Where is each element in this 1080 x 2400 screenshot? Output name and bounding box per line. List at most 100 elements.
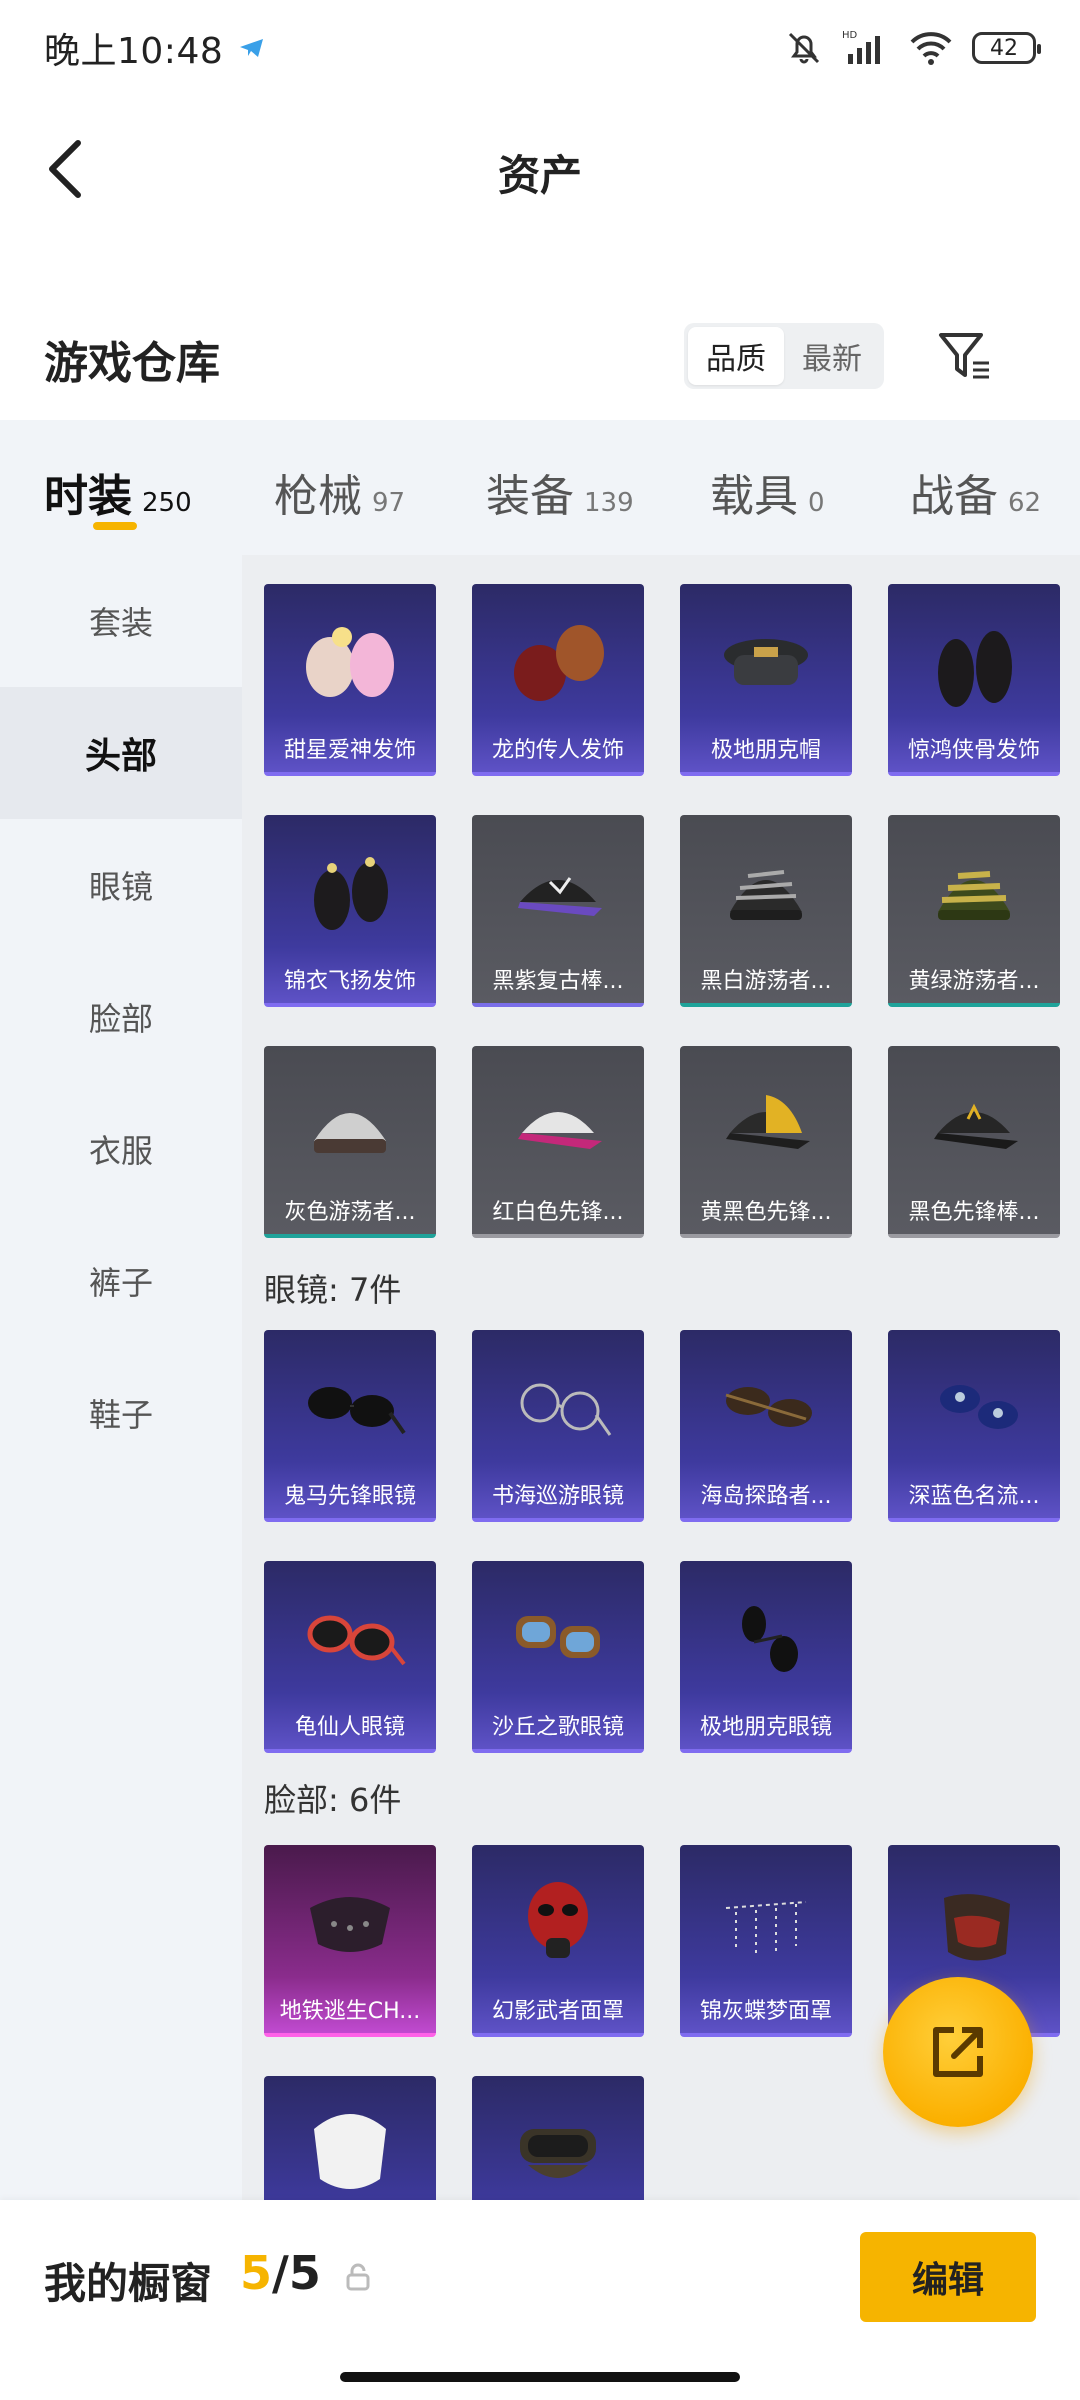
showcase-bar: 我的橱窗 5/5 编辑	[0, 2200, 1080, 2400]
warehouse-title: 游戏仓库	[44, 338, 220, 389]
home-indicator[interactable]	[340, 2372, 740, 2382]
baseball-cap-icon	[680, 1054, 852, 1194]
baseball-cap-icon	[472, 1054, 644, 1194]
sidebar-item-clothes[interactable]: 衣服	[0, 1083, 242, 1215]
veil-mask-icon	[680, 1853, 852, 1993]
item-name: 幻影武者面罩	[491, 1999, 624, 2024]
item-card[interactable]: 黑色先锋棒...	[888, 1046, 1060, 1238]
item-card[interactable]	[472, 2076, 644, 2200]
item-card[interactable]: 沙丘之歌眼镜	[472, 1561, 644, 1753]
tab-fashion[interactable]: 时装 250	[44, 460, 192, 524]
tab-supplies[interactable]: 战备 62	[910, 460, 1041, 524]
cap-icon	[680, 592, 852, 732]
showcase-current: 5	[240, 2246, 273, 2300]
item-card[interactable]: 红白色先锋...	[472, 1046, 644, 1238]
sidebar-item-head[interactable]: 头部	[0, 687, 242, 819]
item-name: 鬼马先锋眼镜	[283, 1484, 416, 1509]
item-card[interactable]: 灰色游荡者...	[264, 1046, 436, 1238]
beanie-icon	[680, 823, 852, 963]
active-tab-indicator	[93, 522, 137, 530]
sort-quality[interactable]: 品质	[688, 327, 784, 385]
sidebar-item-face[interactable]: 脸部	[0, 951, 242, 1083]
item-name: 黄绿游荡者...	[908, 969, 1040, 994]
tab-count: 62	[1008, 488, 1042, 518]
category-tabs: 时装 250 枪械 97 装备 139 载具 0 战备 62	[0, 420, 1080, 555]
item-name: 沙丘之歌眼镜	[491, 1715, 624, 1740]
goggles-icon	[472, 1569, 644, 1709]
item-card[interactable]: 书海巡游眼镜	[472, 1330, 644, 1522]
item-name: 甜星爱神发饰	[283, 738, 416, 763]
sidebar-item-pants[interactable]: 裤子	[0, 1215, 242, 1347]
sort-segmented-control: 品质 最新	[684, 323, 884, 389]
item-name: 黄黑色先锋...	[700, 1200, 832, 1225]
item-card[interactable]: 锦衣飞扬发饰	[264, 815, 436, 1007]
item-card[interactable]: 海岛探路者...	[680, 1330, 852, 1522]
item-name: 地铁逃生CH...	[279, 1999, 421, 2024]
item-name: 黑色先锋棒...	[908, 1200, 1040, 1225]
baseball-cap-icon	[472, 823, 644, 963]
item-name: 黑紫复古棒...	[492, 969, 624, 994]
beanie-icon	[888, 823, 1060, 963]
gas-mask-icon	[472, 1853, 644, 1993]
item-card[interactable]: 深蓝色名流...	[888, 1330, 1060, 1522]
sidebar-item-shoes[interactable]: 鞋子	[0, 1347, 242, 1479]
warehouse-header: 游戏仓库 品质 最新	[0, 305, 1080, 405]
item-card[interactable]: 龟仙人眼镜	[264, 1561, 436, 1753]
section-label-face: 脸部: 6件	[264, 1781, 402, 1819]
item-card[interactable]: 鬼马先锋眼镜	[264, 1330, 436, 1522]
item-card[interactable]: 黑白游荡者...	[680, 815, 852, 1007]
item-name: 深蓝色名流...	[908, 1484, 1040, 1509]
lock-icon	[344, 2262, 372, 2292]
tab-label: 载具	[710, 471, 798, 522]
telegram-icon	[239, 38, 265, 58]
item-card[interactable]: 极地朋克眼镜	[680, 1561, 852, 1753]
item-card[interactable]: 黄黑色先锋...	[680, 1046, 852, 1238]
sunglasses-icon	[888, 1338, 1060, 1478]
item-name: 惊鸿侠骨发饰	[907, 738, 1040, 763]
hair-accessory-icon	[264, 823, 436, 963]
tab-vehicles[interactable]: 载具 0	[710, 460, 825, 524]
edit-button[interactable]: 编辑	[860, 2232, 1036, 2322]
item-name: 书海巡游眼镜	[491, 1484, 624, 1509]
mask-icon	[888, 1853, 1060, 1993]
hair-accessory-icon	[888, 592, 1060, 732]
sunglasses-icon	[264, 1338, 436, 1478]
item-card[interactable]: 极地朋克帽	[680, 584, 852, 776]
share-button[interactable]	[883, 1977, 1033, 2127]
status-time: 晚上10:48	[44, 31, 224, 72]
tab-label: 时装	[44, 471, 132, 522]
filter-button[interactable]	[934, 325, 996, 389]
baseball-cap-icon	[888, 1054, 1060, 1194]
item-name: 锦衣飞扬发饰	[283, 969, 416, 994]
item-card[interactable]: 锦灰蝶梦面罩	[680, 1845, 852, 2037]
item-name: 灰色游荡者...	[284, 1200, 416, 1225]
svg-text:HD: HD	[842, 30, 858, 41]
tab-guns[interactable]: 枪械 97	[274, 460, 405, 524]
item-name: 锦灰蝶梦面罩	[699, 1999, 832, 2024]
tab-equipment[interactable]: 装备 139	[486, 460, 634, 524]
item-card[interactable]	[264, 2076, 436, 2200]
item-card[interactable]: 黄绿游荡者...	[888, 815, 1060, 1007]
tab-label: 战备	[910, 471, 998, 522]
item-card[interactable]: 幻影武者面罩	[472, 1845, 644, 2037]
item-card[interactable]: 甜星爱神发饰	[264, 584, 436, 776]
item-card[interactable]: 地铁逃生CH...	[264, 1845, 436, 2037]
hair-mask-icon	[264, 2084, 436, 2200]
sidebar-item-glasses[interactable]: 眼镜	[0, 819, 242, 951]
hair-accessory-icon	[472, 592, 644, 732]
signal-icon: HD	[842, 28, 890, 68]
item-card[interactable]: 黑紫复古棒...	[472, 815, 644, 1007]
sunglasses-icon	[680, 1569, 852, 1709]
sidebar-item-suits[interactable]: 套装	[0, 555, 242, 687]
beanie-icon	[264, 1054, 436, 1194]
item-card[interactable]: 龙的传人发饰	[472, 584, 644, 776]
page-title: 资产	[497, 151, 582, 200]
app-header: 资产	[0, 110, 1080, 230]
item-grid: 甜星爱神发饰 龙的传人发饰 极地朋克帽 惊鸿侠骨发饰 锦衣飞扬发饰 黑紫复古棒.…	[242, 555, 1080, 2200]
tab-label: 枪械	[274, 471, 362, 522]
sunglasses-icon	[680, 1338, 852, 1478]
sort-newest[interactable]: 最新	[784, 327, 880, 385]
item-name: 黑白游荡者...	[700, 969, 832, 994]
item-card[interactable]: 惊鸿侠骨发饰	[888, 584, 1060, 776]
tab-count: 139	[584, 488, 634, 518]
